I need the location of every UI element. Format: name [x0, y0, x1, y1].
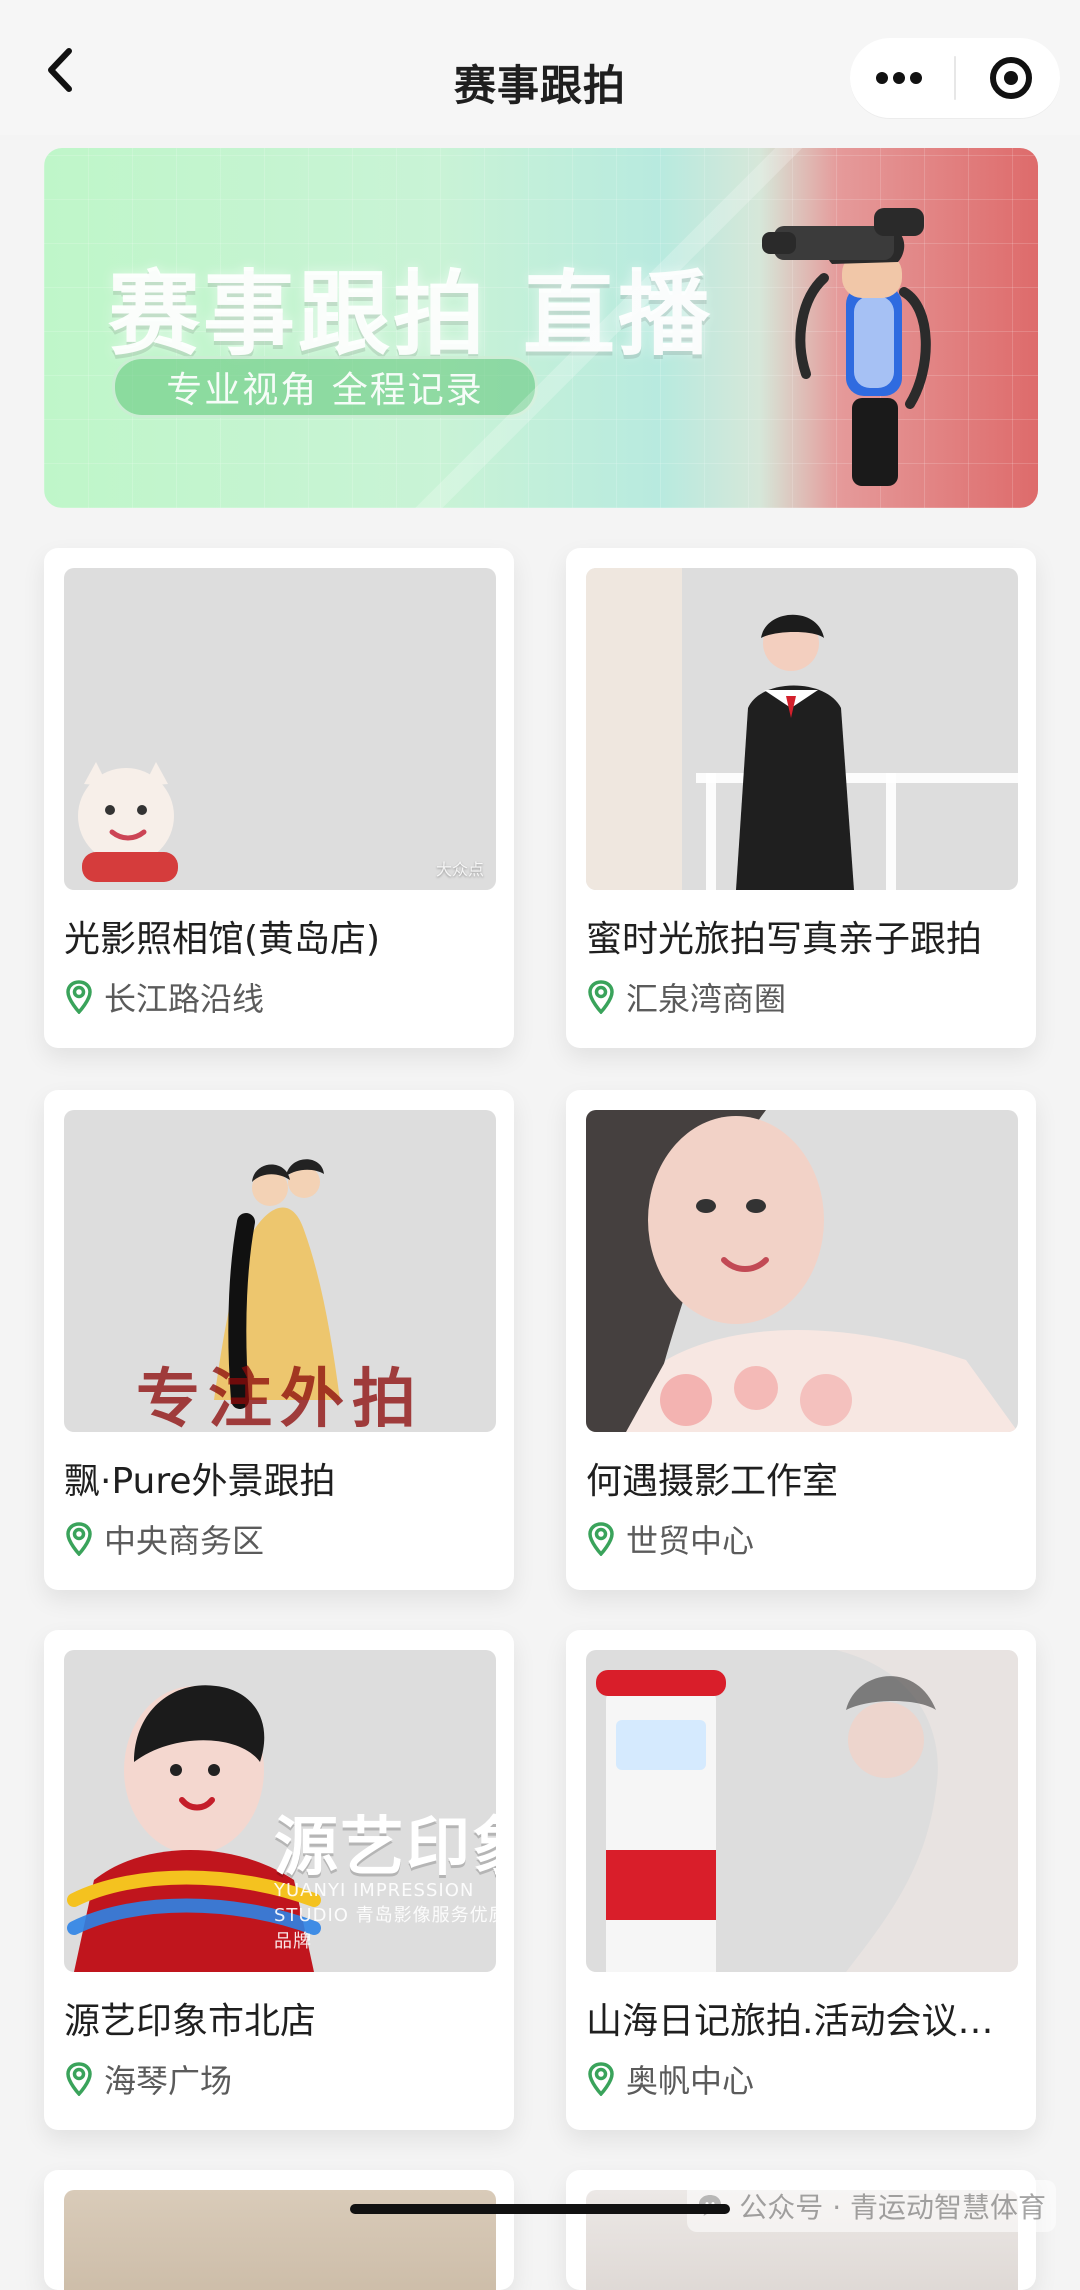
studio-card[interactable]: 何遇摄影工作室 世贸中心: [566, 1090, 1036, 1590]
target-icon: [990, 57, 1032, 99]
location-text: 奥帆中心: [626, 2062, 755, 2100]
portrait-illustration: [586, 1110, 1018, 1432]
event-banner[interactable]: 赛事跟拍 直播 专业视角 全程记录: [44, 148, 1038, 508]
image-caption-text: 专注外拍: [136, 1363, 424, 1432]
studio-image: 大众点: [64, 568, 496, 890]
studio-logo-subtitle: YUANYI IMPRESSION STUDIO 青岛影像服务优质品牌: [274, 1880, 496, 1952]
location-pin-icon: [586, 980, 616, 1014]
location-pin-icon: [64, 2062, 94, 2096]
location-text: 世贸中心: [626, 1522, 755, 1560]
studio-image: [586, 1110, 1018, 1432]
lighthouse-illustration: [596, 1650, 1018, 1972]
location-pin-icon: [64, 1522, 94, 1556]
home-indicator[interactable]: [350, 2204, 730, 2214]
location-text: 长江路沿线: [104, 980, 265, 1018]
studio-location: 汇泉湾商圈: [586, 974, 786, 1020]
studio-name: 山海日记旅拍.活动会议…: [586, 2001, 994, 2042]
studio-card[interactable]: 蜜时光旅拍写真亲子跟拍 汇泉湾商圈: [566, 548, 1036, 1048]
studio-image: 专注外拍: [64, 1110, 496, 1432]
studio-image: 源艺印象 YUANYI IMPRESSION STUDIO 青岛影像服务优质品牌: [64, 1650, 496, 1972]
studio-location: 世贸中心: [586, 1516, 754, 1562]
watermark-text: 公众号 · 青运动智慧体育: [739, 2191, 1046, 2224]
studio-name: 蜜时光旅拍写真亲子跟拍: [586, 919, 983, 960]
location-pin-icon: [586, 2062, 616, 2096]
studio-location: 奥帆中心: [586, 2056, 754, 2102]
location-pin-icon: [64, 980, 94, 1014]
cameraman-illustration: [762, 208, 931, 486]
mini-program-capsule: [850, 38, 1060, 118]
image-source-tag: 大众点: [435, 860, 484, 879]
person-photo-icon: [586, 568, 1018, 890]
wechat-official-account-watermark: 公众号 · 青运动智慧体育: [687, 2180, 1056, 2232]
studio-image: [586, 568, 1018, 890]
more-dots-icon: [876, 72, 922, 84]
banner-subtitle-pill: 专业视角 全程记录: [112, 356, 538, 418]
studio-name: 飘·Pure外景跟拍: [64, 1461, 336, 1502]
banner-title: 赛事跟拍 直播: [108, 261, 714, 368]
cat-figurine-icon: [78, 762, 178, 882]
studio-location: 长江路沿线: [64, 974, 264, 1020]
studio-location: 海琴广场: [64, 2056, 232, 2102]
location-text: 汇泉湾商圈: [626, 980, 787, 1018]
location-text: 海琴广场: [104, 2062, 233, 2100]
studio-card[interactable]: 专注外拍 飘·Pure外景跟拍 中央商务区: [44, 1090, 514, 1590]
studio-logo-text: 源艺印象: [274, 1811, 496, 1885]
location-text: 中央商务区: [104, 1522, 265, 1560]
studio-image: [586, 1650, 1018, 1972]
banner-subtitle: 专业视角 全程记录: [166, 370, 484, 411]
studio-card[interactable]: 大众点 光影照相馆(黄岛店) 长江路沿线: [44, 548, 514, 1048]
studio-location: 中央商务区: [64, 1516, 264, 1562]
more-button[interactable]: [872, 51, 926, 105]
top-bar: 赛事跟拍: [0, 0, 1080, 135]
studio-card-partial[interactable]: [44, 2170, 514, 2290]
location-pin-icon: [586, 1522, 616, 1556]
target-button[interactable]: [984, 51, 1038, 105]
studio-card[interactable]: 源艺印象 YUANYI IMPRESSION STUDIO 青岛影像服务优质品牌…: [44, 1630, 514, 2130]
studio-name: 源艺印象市北店: [64, 2001, 317, 2042]
studio-name: 何遇摄影工作室: [586, 1461, 839, 1502]
studio-name: 光影照相馆(黄岛店): [64, 919, 381, 960]
capsule-divider: [954, 56, 956, 100]
studio-card[interactable]: 山海日记旅拍.活动会议… 奥帆中心: [566, 1630, 1036, 2130]
